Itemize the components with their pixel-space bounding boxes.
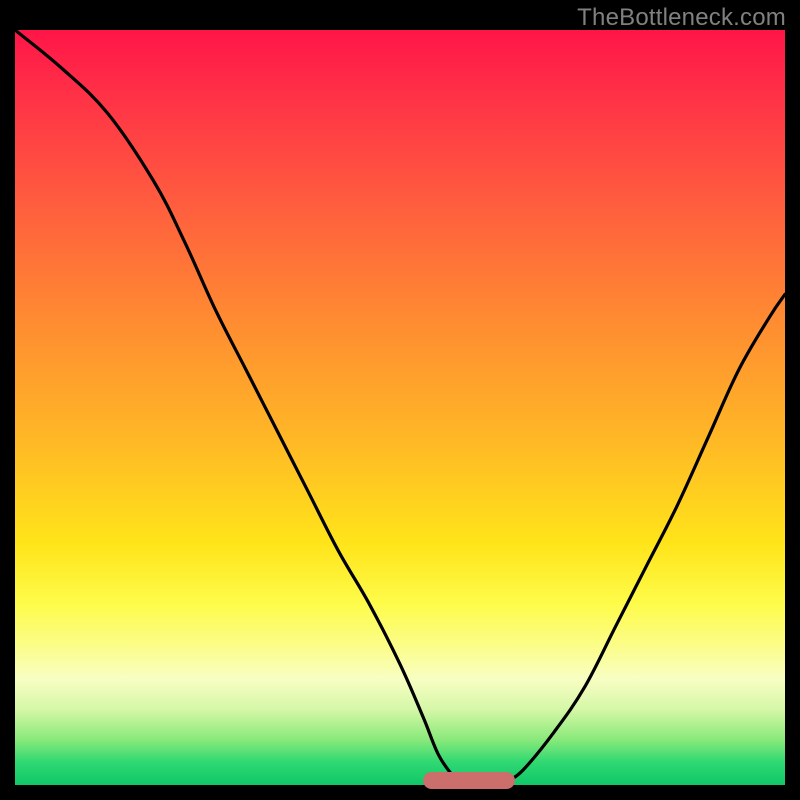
curve-left-branch: [15, 30, 454, 777]
optimal-range-marker: [423, 772, 515, 789]
curve-right-branch: [508, 294, 785, 781]
chart-frame: TheBottleneck.com: [0, 0, 800, 800]
watermark-text: TheBottleneck.com: [577, 4, 786, 32]
plot-area: [15, 30, 785, 785]
bottleneck-curve: [15, 30, 785, 785]
